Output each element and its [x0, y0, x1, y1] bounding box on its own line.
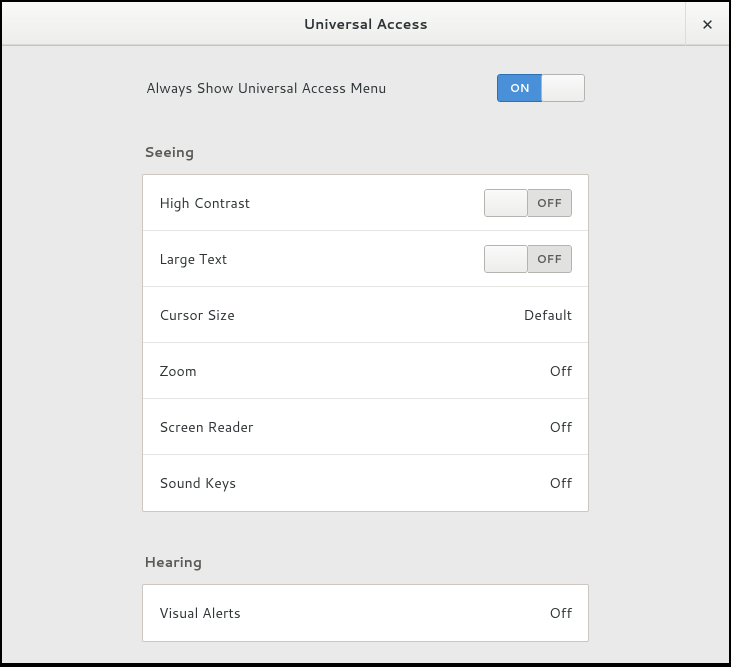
visual-alerts-row[interactable]: Visual Alerts Off	[143, 585, 588, 641]
large-text-label: Large Text	[159, 249, 227, 269]
window-title: Universal Access	[2, 14, 729, 34]
always-show-menu-row: Always Show Universal Access Menu ON OFF	[142, 74, 589, 102]
zoom-value: Off	[549, 361, 572, 381]
large-text-row[interactable]: Large Text OFF	[143, 231, 588, 287]
switch-off-label: OFF	[528, 245, 573, 273]
zoom-row[interactable]: Zoom Off	[143, 343, 588, 399]
cursor-size-value: Default	[523, 305, 572, 325]
window: Universal Access ✕ Always Show Universal…	[2, 2, 729, 663]
screen-reader-value: Off	[549, 417, 572, 437]
sound-keys-row[interactable]: Sound Keys Off	[143, 455, 588, 511]
sound-keys-label: Sound Keys	[159, 473, 236, 493]
switch-slider	[484, 245, 528, 273]
visual-alerts-label: Visual Alerts	[159, 603, 241, 623]
high-contrast-switch[interactable]: OFF	[484, 189, 572, 217]
zoom-label: Zoom	[159, 361, 197, 381]
switch-on-label: ON	[497, 74, 542, 102]
seeing-heading: Seeing	[142, 142, 589, 162]
hearing-heading: Hearing	[142, 552, 589, 572]
close-icon: ✕	[701, 14, 714, 35]
always-show-menu-label: Always Show Universal Access Menu	[146, 78, 386, 98]
content-area: Always Show Universal Access Menu ON OFF…	[2, 46, 729, 663]
seeing-list: High Contrast OFF Large Text OFF	[142, 174, 589, 512]
headerbar: Universal Access ✕	[2, 2, 729, 46]
close-button[interactable]: ✕	[685, 2, 729, 46]
sound-keys-value: Off	[549, 473, 572, 493]
switch-off-label: OFF	[528, 189, 573, 217]
cursor-size-row[interactable]: Cursor Size Default	[143, 287, 588, 343]
always-show-menu-switch[interactable]: ON OFF	[497, 74, 585, 102]
large-text-switch[interactable]: OFF	[484, 245, 572, 273]
cursor-size-label: Cursor Size	[159, 305, 235, 325]
switch-slider	[541, 74, 585, 102]
high-contrast-label: High Contrast	[159, 193, 250, 213]
hearing-list: Visual Alerts Off	[142, 584, 589, 642]
switch-slider	[484, 189, 528, 217]
screen-reader-label: Screen Reader	[159, 417, 253, 437]
high-contrast-row[interactable]: High Contrast OFF	[143, 175, 588, 231]
visual-alerts-value: Off	[549, 603, 572, 623]
screen-reader-row[interactable]: Screen Reader Off	[143, 399, 588, 455]
